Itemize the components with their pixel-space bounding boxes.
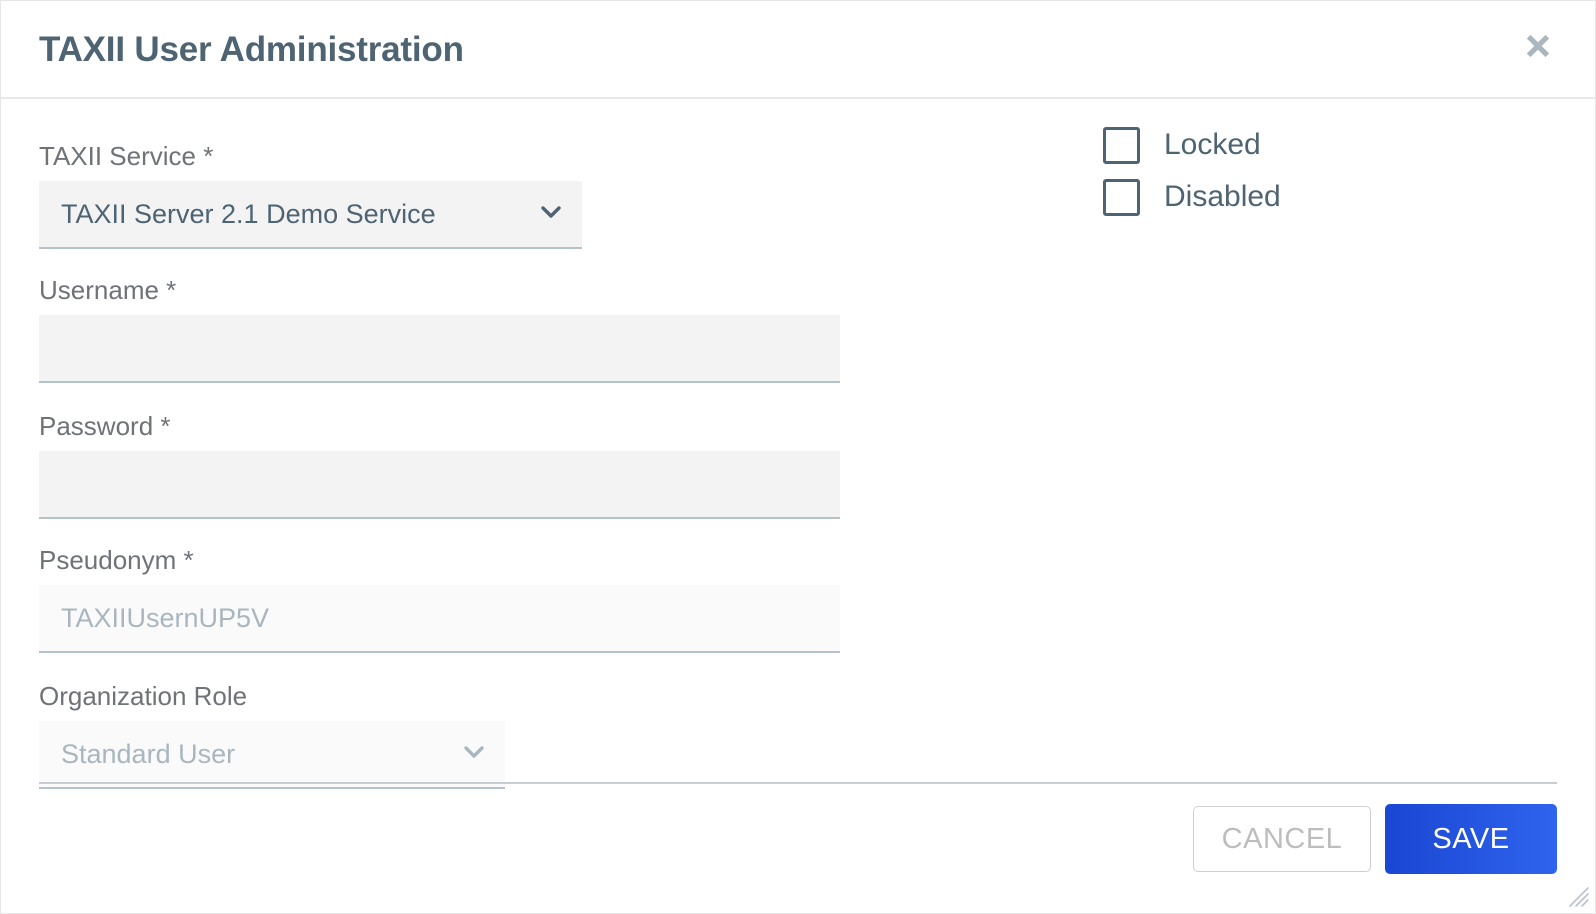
options-column: Locked Disabled [1103,119,1281,223]
checkbox-row-locked[interactable]: Locked [1103,119,1281,171]
close-icon [1523,31,1553,61]
chevron-down-icon [459,737,489,772]
locked-label: Locked [1164,128,1261,161]
taxii-service-select[interactable]: TAXII Server 2.1 Demo Service [39,181,582,249]
close-button[interactable] [1521,29,1555,63]
form-column: TAXII Service * TAXII Server 2.1 Demo Se… [39,143,849,789]
username-input-wrap[interactable] [39,315,840,383]
resize-grip-icon[interactable] [1568,886,1590,908]
username-input[interactable] [61,332,818,364]
page-title: TAXII User Administration [39,29,464,69]
taxii-service-value: TAXII Server 2.1 Demo Service [61,198,436,229]
username-label: Username * [39,275,177,305]
pseudonym-input[interactable] [61,602,818,634]
dialog-body: TAXII Service * TAXII Server 2.1 Demo Se… [1,99,1595,789]
organization-role-value: Standard User [61,738,236,769]
password-label: Password * [39,411,171,441]
password-input-wrap[interactable] [39,451,840,519]
save-button[interactable]: SAVE [1385,804,1557,874]
disabled-label: Disabled [1164,180,1281,213]
pseudonym-input-wrap[interactable] [39,585,840,653]
dialog-header: TAXII User Administration [1,1,1595,99]
field-taxii-service: TAXII Service * TAXII Server 2.1 Demo Se… [39,143,849,249]
taxii-user-administration-dialog: TAXII User Administration TAXII Service … [0,0,1596,914]
pseudonym-label: Pseudonym * [39,545,194,575]
chevron-down-icon [536,197,566,232]
footer-divider [39,782,1557,784]
organization-role-label: Organization Role [39,681,248,711]
field-username: Username * [39,277,849,383]
cancel-button[interactable]: CANCEL [1193,806,1371,872]
taxii-service-label: TAXII Service * [39,141,214,171]
field-password: Password * [39,413,849,519]
field-pseudonym: Pseudonym * [39,547,849,653]
field-organization-role: Organization Role Standard User [39,683,849,789]
locked-checkbox[interactable] [1103,126,1140,164]
dialog-footer: CANCEL SAVE [1,782,1595,913]
password-input[interactable] [61,468,818,500]
checkbox-row-disabled[interactable]: Disabled [1103,171,1281,223]
footer-actions: CANCEL SAVE [1193,804,1557,874]
disabled-checkbox[interactable] [1103,178,1140,216]
organization-role-select[interactable]: Standard User [39,721,505,789]
